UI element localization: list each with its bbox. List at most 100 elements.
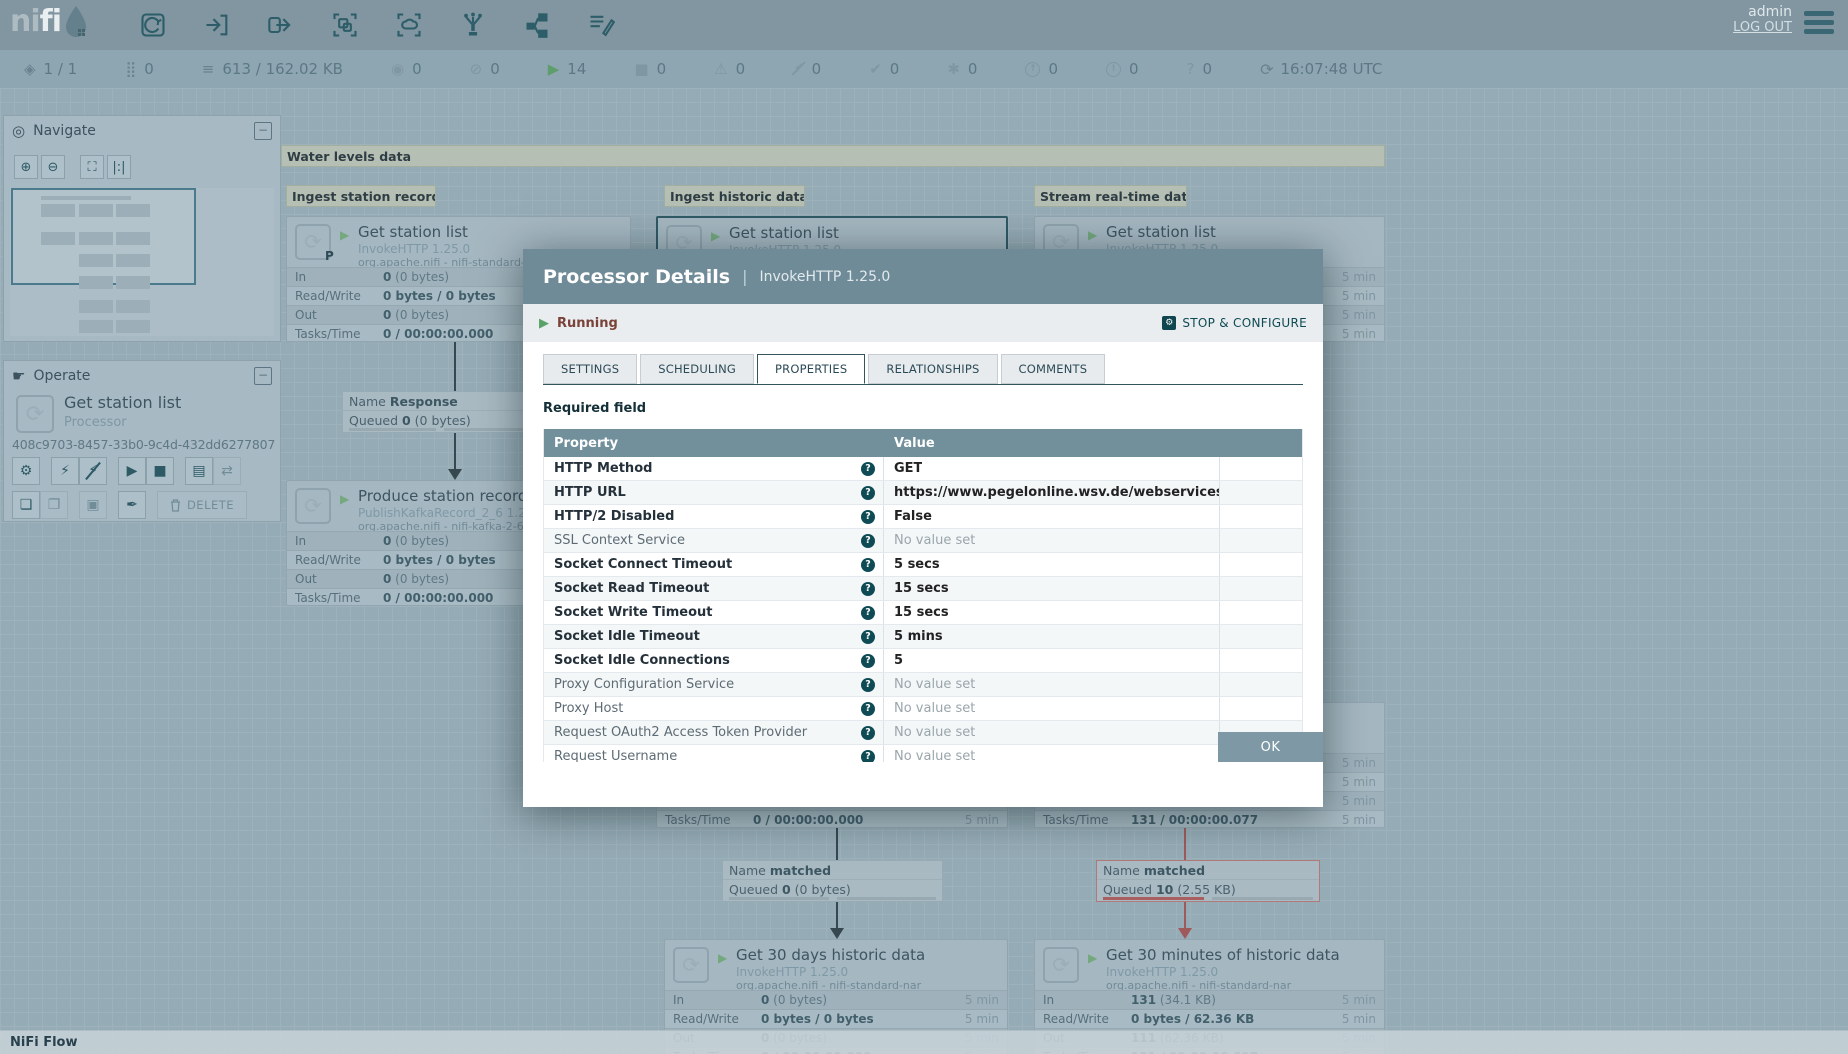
help-icon[interactable]: ? <box>861 605 875 620</box>
queue-size-bars <box>729 897 936 900</box>
processor-type: InvokeHTTP 1.25.0 <box>736 965 849 979</box>
selected-component-id: 408c9703-8457-33b0-9c4d-432dd6277807 <box>12 437 276 452</box>
status-not-transmitting: ⊘ 0 <box>470 60 500 78</box>
tab-relationships[interactable]: RELATIONSHIPS <box>868 354 998 384</box>
stat-period: 5 min <box>1341 775 1376 789</box>
delete-button[interactable]: DELETE <box>157 491 247 519</box>
table-row: SSL Context Service? No value set <box>544 529 1302 553</box>
collapse-operate-button[interactable]: − <box>254 367 272 385</box>
template-icon[interactable] <box>523 11 551 39</box>
enable-button[interactable]: ⚡ <box>51 457 79 485</box>
zoom-out-button[interactable]: ⊖ <box>41 155 65 179</box>
zoom-actual-size-button[interactable]: |:| <box>107 155 131 179</box>
value-cell: No value set <box>884 697 1220 720</box>
operate-panel: ☛ Operate − ⟳ Get station list Processor… <box>3 360 281 522</box>
birdseye-minimap[interactable] <box>10 188 274 336</box>
paste-icon: ❐ <box>47 497 61 513</box>
tab-scheduling[interactable]: SCHEDULING <box>640 354 755 384</box>
value-cell: No value set <box>884 745 1220 762</box>
status-queued: ≡ 613 / 162.02 KB <box>202 60 343 78</box>
paste-button[interactable]: ❐ <box>40 491 68 519</box>
processor-type: InvokeHTTP 1.25.0 <box>358 242 471 256</box>
property-cell: HTTP/2 Disabled? <box>544 505 884 528</box>
connection-label[interactable]: Name matched Queued 0 (0 bytes) <box>722 860 943 902</box>
processor-icon[interactable] <box>139 11 167 39</box>
change-color-button[interactable]: ✒ <box>118 491 146 519</box>
help-icon[interactable]: ? <box>861 701 875 716</box>
stat-row: Read/Write 0 bytes / 0 bytes 5 min <box>665 1009 1007 1028</box>
property-name: Request Username <box>554 749 678 762</box>
input-port-icon[interactable] <box>203 11 231 39</box>
extra-cell <box>1220 505 1302 528</box>
zoom-in-button[interactable]: ⊕ <box>14 155 38 179</box>
collapse-navigate-button[interactable]: − <box>254 122 272 140</box>
ok-button[interactable]: OK <box>1218 732 1323 762</box>
stat-label: Tasks/Time <box>295 591 361 605</box>
status-cluster: ◈ 1 / 1 <box>24 60 77 78</box>
property-cell: Request OAuth2 Access Token Provider? <box>544 721 884 744</box>
section-label-ingest-station[interactable]: Ingest station records <box>286 185 436 207</box>
status-running: ▶ 14 <box>548 60 587 78</box>
connection-label[interactable]: Name Response Queued 0 (0 bytes) <box>342 391 538 433</box>
stop-button[interactable]: ■ <box>146 457 174 485</box>
section-label-ingest-historic[interactable]: Ingest historic data <box>664 185 805 207</box>
queue-count-bar <box>729 897 829 900</box>
help-icon[interactable]: ? <box>861 749 875 762</box>
help-icon[interactable]: ? <box>861 629 875 644</box>
save-template-button[interactable]: ▤ <box>185 457 213 485</box>
value-cell: No value set <box>884 529 1220 552</box>
stat-value: 0 (0 bytes) <box>761 993 828 1007</box>
table-row: HTTP Method? GET <box>544 457 1302 481</box>
status-stopped: ■ 0 <box>634 60 666 78</box>
tab-comments[interactable]: COMMENTS <box>1000 354 1106 384</box>
change-version-button[interactable]: ⇄ <box>213 457 241 485</box>
global-menu-button[interactable] <box>1804 11 1838 38</box>
zoom-fit-button[interactable]: ⛶ <box>80 155 104 179</box>
help-icon[interactable]: ? <box>861 725 875 740</box>
tab-settings[interactable]: SETTINGS <box>543 354 638 384</box>
table-row: HTTP/2 Disabled? False <box>544 505 1302 529</box>
stat-period: 5 min <box>1341 289 1376 303</box>
help-icon[interactable]: ? <box>861 557 875 572</box>
connection-arrow-icon <box>448 469 462 480</box>
operate-panel-title: Operate <box>33 368 91 384</box>
remote-process-group-icon[interactable] <box>395 11 423 39</box>
connection-label[interactable]: Name matched Queued 10 (2.55 KB) <box>1096 860 1320 902</box>
processor-name: Get station list <box>1106 223 1216 241</box>
help-icon[interactable]: ? <box>861 461 875 476</box>
help-icon[interactable]: ? <box>861 485 875 500</box>
section-label-stream-realtime[interactable]: Stream real-time data <box>1034 185 1187 207</box>
help-icon[interactable]: ? <box>861 653 875 668</box>
stat-period: 5 min <box>964 1012 999 1026</box>
disabled-icon: ⚡ <box>793 59 804 78</box>
funnel-icon[interactable] <box>459 11 487 39</box>
logout-link[interactable]: LOG OUT <box>1733 20 1792 35</box>
help-icon[interactable]: ? <box>861 581 875 596</box>
copy-button[interactable]: ❏ <box>12 491 40 519</box>
group-label[interactable]: Water levels data <box>281 145 1385 167</box>
save-icon: ▤ <box>192 463 206 479</box>
refresh-icon[interactable]: ⟳ <box>1260 60 1273 79</box>
group-button[interactable]: ▣ <box>79 491 107 519</box>
disable-button[interactable]: ⚡ <box>79 457 107 485</box>
property-value: No value set <box>894 701 976 716</box>
copy-icon: ❏ <box>19 497 33 513</box>
stop-and-configure-button[interactable]: ⚙ STOP & CONFIGURE <box>1162 316 1307 330</box>
output-port-icon[interactable] <box>267 11 295 39</box>
flow-version-icon: ⇄ <box>221 463 233 479</box>
dialog-subtitle: InvokeHTTP 1.25.0 <box>759 268 891 285</box>
configure-button[interactable]: ⚙ <box>12 457 40 485</box>
help-icon[interactable]: ? <box>861 509 875 524</box>
property-cell: Proxy Host? <box>544 697 884 720</box>
help-icon[interactable]: ? <box>861 677 875 692</box>
process-group-icon[interactable] <box>331 11 359 39</box>
start-button[interactable]: ▶ <box>118 457 146 485</box>
stat-value: 0 bytes / 0 bytes <box>761 1012 874 1026</box>
help-icon[interactable]: ? <box>861 533 875 548</box>
breadcrumb[interactable]: NiFi Flow <box>10 1035 77 1050</box>
label-icon[interactable] <box>587 11 615 39</box>
processor-type-icon: ⟳ <box>1043 947 1079 983</box>
extra-cell <box>1220 577 1302 600</box>
connection-queued: Queued 10 (2.55 KB) <box>1097 880 1319 900</box>
tab-properties[interactable]: PROPERTIES <box>757 354 866 384</box>
